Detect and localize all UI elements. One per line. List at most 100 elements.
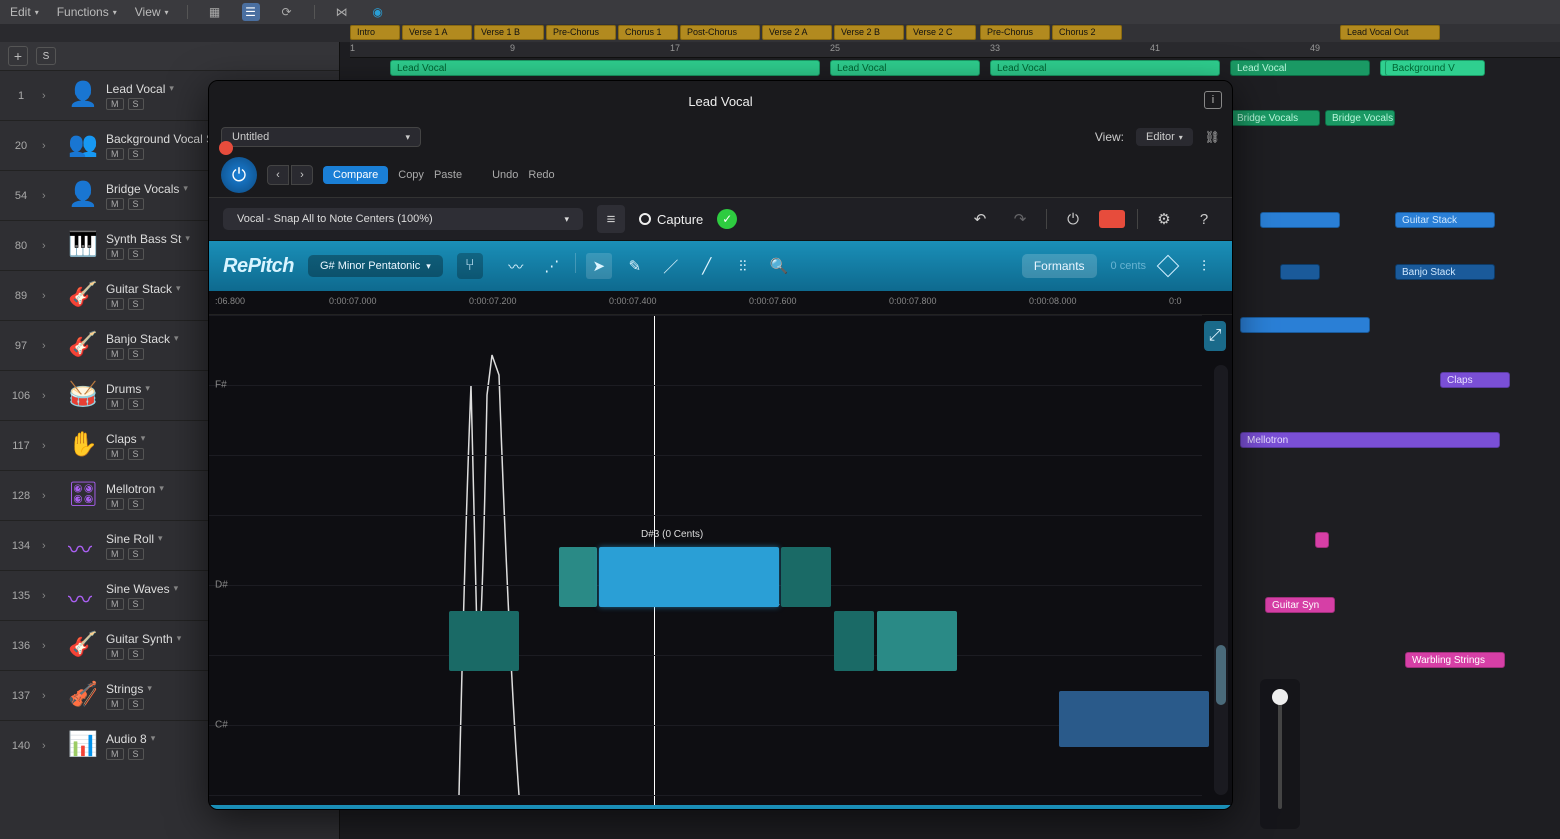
marker[interactable]: Chorus 1 <box>618 25 678 40</box>
info-icon[interactable]: i <box>1204 91 1222 109</box>
gear-icon[interactable]: ⚙ <box>1150 205 1178 233</box>
marker[interactable]: Post-Chorus <box>680 25 760 40</box>
wave-tool-icon[interactable]: 〰 <box>503 253 529 279</box>
note-block[interactable] <box>877 611 957 671</box>
menu-edit[interactable]: Edit ▾ <box>10 5 39 19</box>
marker[interactable]: Verse 2 C <box>906 25 976 40</box>
region[interactable]: Lead Vocal <box>390 60 820 76</box>
region[interactable] <box>1240 317 1370 333</box>
pitch-editor[interactable]: ⤢ D#3 (0 Cents) ⇕ F#D#C# <box>209 315 1232 805</box>
add-track-button[interactable]: + <box>8 46 28 66</box>
link-icon[interactable]: ⋈ <box>333 3 351 21</box>
catch-icon[interactable]: ⟳ <box>278 3 296 21</box>
chain-icon[interactable]: ⛓ <box>1205 130 1220 144</box>
marker[interactable]: Intro <box>350 25 400 40</box>
solo-button[interactable]: S <box>128 748 144 760</box>
mute-button[interactable]: M <box>106 548 124 560</box>
preset-select[interactable]: Untitled▾ <box>221 127 421 147</box>
expand-icon[interactable]: › <box>42 390 62 402</box>
region[interactable]: Bridge Vocals <box>1230 110 1320 126</box>
volume-knob[interactable] <box>1272 689 1288 705</box>
note-block[interactable] <box>781 547 831 607</box>
region[interactable]: Background V <box>1385 60 1485 76</box>
menu-view[interactable]: View ▾ <box>135 5 169 19</box>
pointer-tool-icon[interactable]: ➤ <box>586 253 612 279</box>
note-block[interactable] <box>599 547 779 607</box>
search-tool-icon[interactable]: 🔍 <box>766 253 792 279</box>
settings-icon[interactable]: ⫶ <box>1190 252 1218 280</box>
region[interactable] <box>1260 212 1340 228</box>
mute-button[interactable]: M <box>106 398 124 410</box>
region[interactable] <box>1315 532 1329 548</box>
expand-icon[interactable]: › <box>42 740 62 752</box>
plugin-titlebar[interactable]: Lead Vocal i <box>209 81 1232 121</box>
record-button[interactable] <box>1099 210 1125 228</box>
scale-select[interactable]: G# Minor Pentatonic▾ <box>308 255 443 277</box>
region[interactable]: Guitar Syn <box>1265 597 1335 613</box>
marker[interactable]: Chorus 2 <box>1052 25 1122 40</box>
solo-button[interactable]: S <box>128 548 144 560</box>
solo-button[interactable]: S <box>128 648 144 660</box>
view-mode-select[interactable]: Editor▾ <box>1136 128 1193 146</box>
note-block[interactable] <box>1059 691 1209 747</box>
solo-toggle[interactable]: S <box>36 47 56 65</box>
formants-button[interactable]: Formants <box>1022 254 1097 278</box>
solo-button[interactable]: S <box>128 448 144 460</box>
power-button[interactable]: ⏻ <box>221 157 257 193</box>
slope-tool-icon[interactable]: ╱ <box>694 253 720 279</box>
pencil-tool-icon[interactable]: ／ <box>658 253 684 279</box>
grid-icon[interactable]: ▦ <box>206 3 224 21</box>
tuning-fork-icon[interactable]: ⑂ <box>457 253 483 279</box>
scrollbar-thumb[interactable] <box>1216 645 1226 705</box>
paste-button[interactable]: Paste <box>434 169 462 181</box>
redo-button[interactable]: Redo <box>528 169 554 181</box>
help-icon[interactable]: ? <box>1190 205 1218 233</box>
draw-tool-icon[interactable]: ✎ <box>622 253 648 279</box>
mute-button[interactable]: M <box>106 648 124 660</box>
marker-icon[interactable]: ◉ <box>369 3 387 21</box>
solo-button[interactable]: S <box>128 148 144 160</box>
region[interactable]: Guitar Stack <box>1395 212 1495 228</box>
region[interactable]: Bridge Vocals <box>1325 110 1395 126</box>
expand-icon[interactable]: › <box>42 640 62 652</box>
settings-sliders-icon[interactable]: ≡ <box>597 205 625 233</box>
expand-icon[interactable]: › <box>42 90 62 102</box>
undo-button[interactable]: Undo <box>492 169 518 181</box>
mute-button[interactable]: M <box>106 298 124 310</box>
solo-button[interactable]: S <box>128 98 144 110</box>
expand-icon[interactable]: › <box>42 190 62 202</box>
note-block[interactable] <box>834 611 874 671</box>
expand-icon[interactable]: › <box>42 590 62 602</box>
marker[interactable]: Lead Vocal Out <box>1340 25 1440 40</box>
marker[interactable]: Verse 1 A <box>402 25 472 40</box>
solo-button[interactable]: S <box>128 248 144 260</box>
mute-button[interactable]: M <box>106 748 124 760</box>
mute-button[interactable]: M <box>106 598 124 610</box>
expand-icon[interactable]: › <box>42 490 62 502</box>
marker[interactable]: Verse 1 B <box>474 25 544 40</box>
expand-icon[interactable]: › <box>42 340 62 352</box>
diamond-icon[interactable] <box>1157 255 1180 278</box>
expand-icon[interactable]: › <box>42 240 62 252</box>
mute-button[interactable]: M <box>106 348 124 360</box>
expand-icon[interactable]: › <box>42 140 62 152</box>
next-preset-button[interactable]: › <box>291 165 313 185</box>
time-ruler[interactable]: :06.8000:00:07.0000:00:07.2000:00:07.400… <box>209 291 1232 315</box>
marker[interactable]: Verse 2 A <box>762 25 832 40</box>
menu-functions[interactable]: Functions ▾ <box>57 5 117 19</box>
undo-icon[interactable]: ↶ <box>966 205 994 233</box>
multi-tool-icon[interactable]: ⫶⫶ <box>730 253 756 279</box>
zoom-vertical-button[interactable]: ⤢ <box>1204 321 1226 351</box>
bypass-icon[interactable]: ⏻ <box>1059 205 1087 233</box>
solo-button[interactable]: S <box>128 498 144 510</box>
bar-ruler[interactable]: 191725334149 <box>350 42 1560 58</box>
prev-preset-button[interactable]: ‹ <box>267 165 289 185</box>
expand-icon[interactable]: › <box>42 540 62 552</box>
note-block[interactable] <box>449 611 519 671</box>
volume-overlay[interactable] <box>1260 679 1300 829</box>
mute-button[interactable]: M <box>106 198 124 210</box>
solo-button[interactable]: S <box>128 598 144 610</box>
compare-button[interactable]: Compare <box>323 166 388 184</box>
mute-button[interactable]: M <box>106 148 124 160</box>
solo-button[interactable]: S <box>128 698 144 710</box>
